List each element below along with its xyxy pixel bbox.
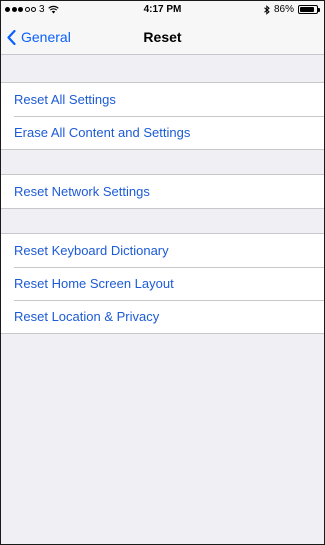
reset-location-privacy-button[interactable]: Reset Location & Privacy [1,300,324,333]
reset-home-screen-layout-button[interactable]: Reset Home Screen Layout [1,267,324,300]
settings-group-1: Reset All Settings Erase All Content and… [1,82,324,150]
battery-level-fill [300,7,314,12]
navigation-bar: General Reset [1,19,324,55]
reset-keyboard-dictionary-button[interactable]: Reset Keyboard Dictionary [1,234,324,267]
bluetooth-icon [264,4,270,15]
battery-percentage: 86% [273,4,294,15]
phone-screen: 3 4:17 PM 86% General Reset Reset All Se… [0,0,325,545]
status-bar: 3 4:17 PM 86% [1,1,324,19]
status-right: 86% [264,4,320,15]
reset-network-settings-button[interactable]: Reset Network Settings [1,175,324,208]
reset-all-settings-button[interactable]: Reset All Settings [1,83,324,116]
page-title: Reset [143,29,182,45]
settings-group-3: Reset Keyboard Dictionary Reset Home Scr… [1,233,324,334]
settings-group-2: Reset Network Settings [1,174,324,209]
battery-icon [298,5,320,14]
erase-all-content-button[interactable]: Erase All Content and Settings [1,116,324,149]
